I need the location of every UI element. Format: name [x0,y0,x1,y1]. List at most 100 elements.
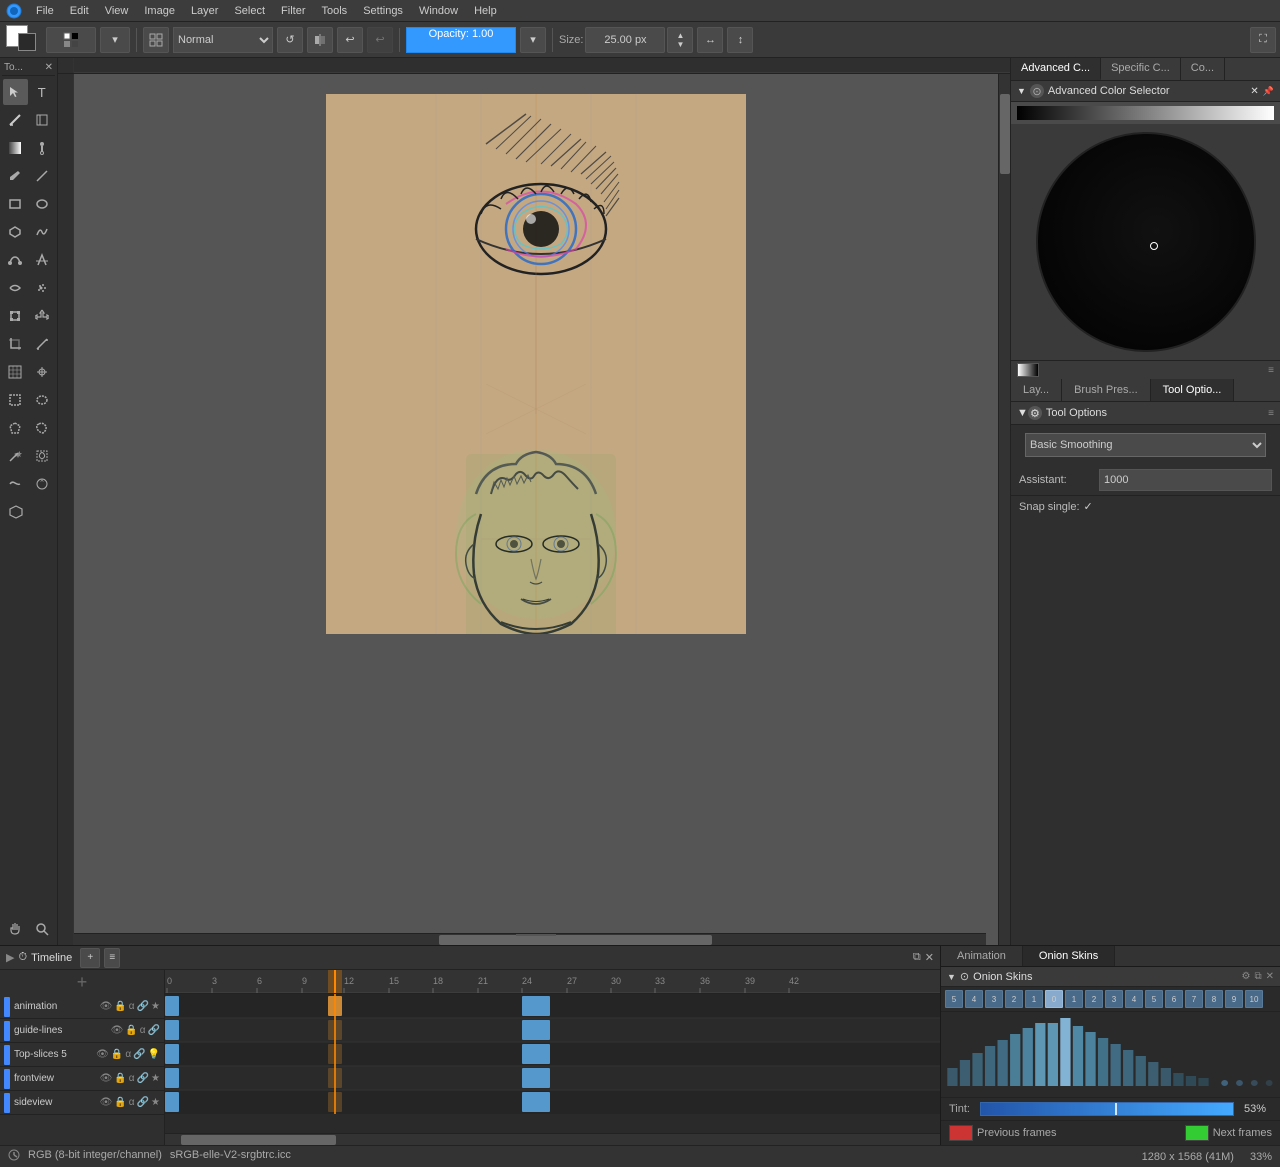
move-tool[interactable] [30,303,55,329]
ellipse-select-tool[interactable] [30,387,55,413]
layer-row-topslices[interactable]: Top-slices 5 👁 🔒 α 🔗 💡 [0,1043,164,1067]
star-icon-sideview[interactable]: ★ [151,1097,160,1108]
lock-icon-frontview[interactable]: 🔒 [114,1073,126,1084]
canvas-scrollbar[interactable] [998,74,1010,945]
timeline-collapse[interactable]: ▶ [6,951,14,964]
tl-float-btn[interactable]: ⧉ [913,951,921,964]
onion-tint-slider[interactable] [980,1102,1234,1116]
onion-frame-plus2[interactable]: 2 [1085,990,1103,1008]
hscroll-thumb[interactable] [439,935,713,945]
opacity-field[interactable]: Opacity: 1.00 [406,27,516,53]
size-spin-btn[interactable]: ▲▼ [667,27,693,53]
deform-tool[interactable] [3,471,28,497]
color-gradient-bar[interactable] [1017,106,1274,120]
line-tool[interactable] [30,163,55,189]
layer-row-frontview[interactable]: frontview 👁 🔒 α 🔗 ★ [0,1067,164,1091]
eye-icon-topslices[interactable]: 👁 [96,1049,109,1060]
tl-settings-btn[interactable]: ≡ [104,948,120,968]
tab-advanced-color[interactable]: Advanced C... [1011,58,1101,80]
lock-icon-animation[interactable]: 🔒 [114,1001,126,1012]
cursor-tool[interactable] [3,79,28,105]
measure-tool[interactable] [30,331,55,357]
lock-icon-sideview[interactable]: 🔒 [114,1097,126,1108]
gradient-preview[interactable] [1017,363,1039,377]
flip-h-btn[interactable]: ↔ [697,27,723,53]
menu-image[interactable]: Image [136,3,183,19]
hand-tool[interactable] [3,916,28,942]
reset-btn[interactable]: ↺ [277,27,303,53]
add-layer-btn[interactable]: + [0,970,164,995]
star-icon-animation[interactable]: ★ [151,1001,160,1012]
alpha-icon-animation[interactable]: α [129,1001,135,1012]
opacity-up-btn[interactable]: ▾ [520,27,546,53]
rect-tool[interactable] [3,191,28,217]
alpha-icon-frontview[interactable]: α [129,1073,135,1084]
color-settings-icon[interactable]: ≡ [1268,365,1274,376]
bulb-icon-topslices[interactable]: 💡 [148,1049,160,1060]
brush-presets-btn[interactable] [46,27,96,53]
eye-icon-frontview[interactable]: 👁 [100,1073,113,1084]
panel-resize-handle[interactable] [516,931,556,935]
size-field[interactable]: 25.00 px [585,27,665,53]
color-wheel-selector[interactable] [1150,242,1158,250]
timeline-hscroll[interactable] [165,1133,940,1145]
brush-selector-btn[interactable]: ▾ [100,27,130,53]
chain-icon-sideview[interactable]: 🔗 [137,1097,149,1108]
calligraphy-tool[interactable] [3,107,28,133]
layer-row-guide-lines[interactable]: guide-lines 👁 🔒 α 🔗 [0,1019,164,1043]
menu-tools[interactable]: Tools [314,3,356,19]
tab-onion-skins[interactable]: Onion Skins [1023,946,1115,966]
onion-frame-plus5[interactable]: 5 [1145,990,1163,1008]
polygon-tool[interactable] [3,219,28,245]
next-frames-color[interactable] [1185,1125,1209,1141]
onion-float[interactable]: ⧉ [1254,971,1261,982]
path-tool[interactable] [3,247,28,273]
undo-btn[interactable]: ↩ [337,27,363,53]
cage-transform-tool[interactable] [3,499,29,525]
assistant-input[interactable] [1099,469,1272,491]
grid-btn[interactable] [143,27,169,53]
color-panel-close[interactable]: ✕ [1250,86,1258,97]
blend-mode-select[interactable]: Normal [173,27,273,53]
pin-icon[interactable]: 📌 [1263,86,1274,97]
onion-collapse[interactable]: ▼ [947,972,956,982]
menu-file[interactable]: File [28,3,62,19]
lock-icon-guide[interactable]: 🔒 [125,1025,137,1036]
canvas-area[interactable] [58,58,1010,945]
eye-icon-animation[interactable]: 👁 [100,1001,113,1012]
onion-frame-minus1[interactable]: 1 [1025,990,1043,1008]
poly-select-tool[interactable] [3,415,28,441]
toolbox-close[interactable]: ✕ [45,62,53,73]
zoom-tool[interactable] [30,916,55,942]
onion-settings[interactable]: ⚙ [1242,971,1251,982]
undo2-btn[interactable]: ↩ [367,27,393,53]
onion-frame-plus1[interactable]: 1 [1065,990,1083,1008]
color-wheel[interactable] [1036,132,1256,352]
magic-wand-tool[interactable] [3,443,28,469]
similar-select-tool[interactable] [30,443,55,469]
timeline-scroll-thumb[interactable] [181,1135,336,1145]
tl-close-btn[interactable]: ✕ [925,951,934,964]
canvas-viewport[interactable] [74,74,998,945]
warp-tool[interactable] [3,275,28,301]
tab-specific-color[interactable]: Specific C... [1101,58,1181,80]
menu-select[interactable]: Select [226,3,273,19]
smart-patch-tool[interactable] [30,471,55,497]
flip-v-btn[interactable]: ↕ [727,27,753,53]
transform-tool[interactable] [3,303,28,329]
multibrush-tool[interactable] [30,247,55,273]
canvas-scroll-thumb[interactable] [1000,94,1010,174]
collapse-arrow[interactable]: ▼ [1017,86,1026,96]
chain-icon-topslices[interactable]: 🔗 [133,1049,145,1060]
eye-icon-sideview[interactable]: 👁 [100,1097,113,1108]
crop-tool[interactable] [3,331,28,357]
ellipse-tool[interactable] [30,191,55,217]
onion-frame-0[interactable]: 0 [1045,990,1063,1008]
onion-frame-plus10[interactable]: 10 [1245,990,1263,1008]
onion-frame-minus2[interactable]: 2 [1005,990,1023,1008]
tl-add-layer-btn[interactable]: + [80,948,100,968]
alpha-icon-guide[interactable]: α [140,1025,146,1036]
assistant-tool[interactable] [30,359,55,385]
layer-row-animation[interactable]: animation 👁 🔒 α 🔗 ★ [0,995,164,1019]
onion-frame-plus6[interactable]: 6 [1165,990,1183,1008]
